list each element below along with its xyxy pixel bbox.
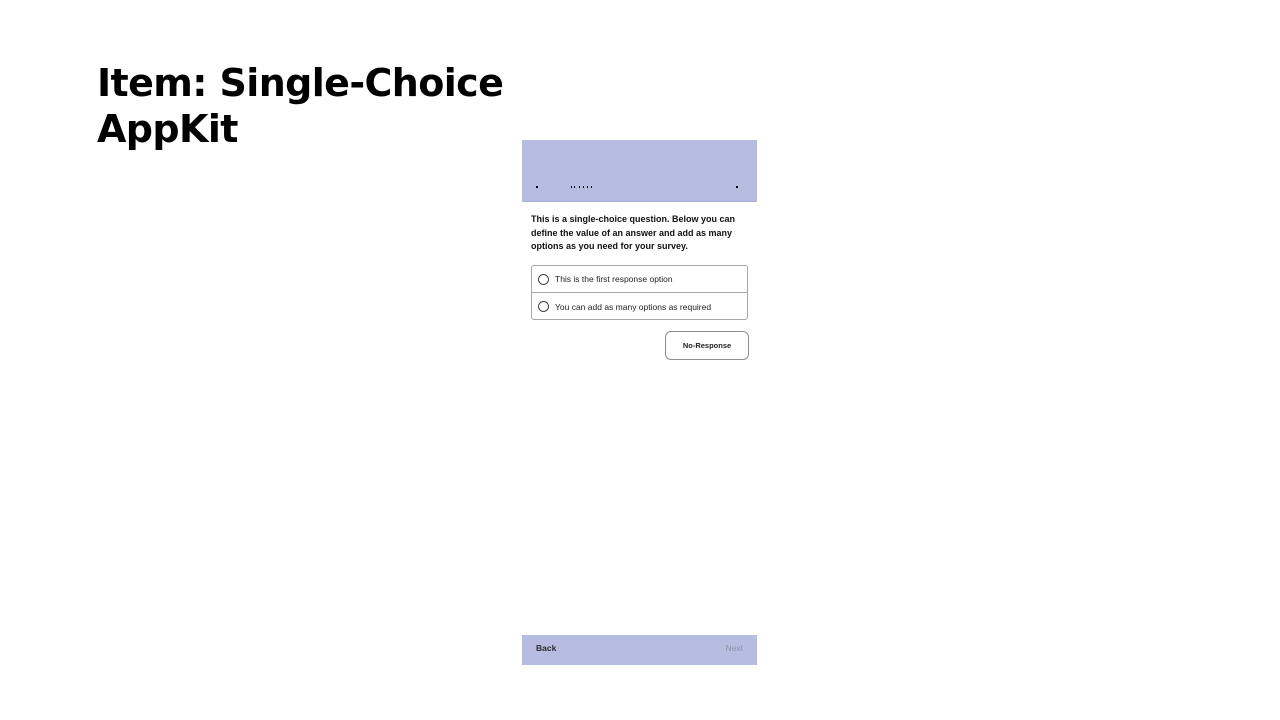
response-option[interactable]: You can add as many options as required <box>532 293 747 320</box>
response-option-label: You can add as many options as required <box>555 301 712 312</box>
slide-title-line-1: Item: Single-Choice <box>97 61 504 105</box>
back-button[interactable]: Back <box>536 643 556 653</box>
slide-title-line-2: AppKit <box>97 107 238 151</box>
question-text: This is a single-choice question. Below … <box>531 214 736 251</box>
radio-unchecked-icon[interactable] <box>538 301 549 312</box>
response-option[interactable]: This is the first response option <box>532 266 747 293</box>
response-options-list: This is the first response option You ca… <box>531 265 748 320</box>
app-header-bar <box>522 140 757 202</box>
radio-unchecked-icon[interactable] <box>538 273 549 285</box>
response-option-label: This is the first response option <box>555 274 673 284</box>
next-button[interactable]: Next <box>726 643 743 653</box>
slide-title: Item: Single-Choice AppKit <box>97 60 504 152</box>
app-footer-bar: Back Next <box>522 635 757 665</box>
phone-screen-mockup: This is a single-choice question. Below … <box>522 140 757 665</box>
no-response-button[interactable]: No-Response <box>665 331 749 360</box>
status-bar-remnant <box>536 185 743 188</box>
